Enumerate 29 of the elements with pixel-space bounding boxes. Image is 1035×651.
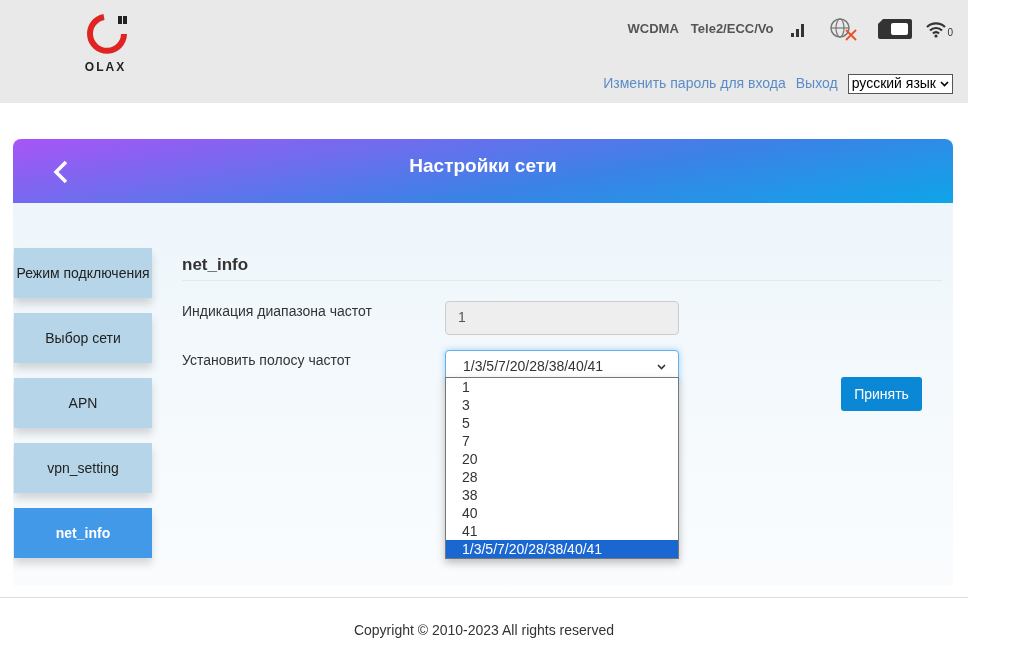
wifi-client-count: 0 bbox=[947, 28, 953, 38]
section-heading: net_info bbox=[182, 248, 942, 281]
operator-name: Tele2/ECC/Vo bbox=[690, 20, 774, 39]
wifi-icon bbox=[925, 20, 948, 38]
field-label: Установить полосу частот bbox=[182, 350, 352, 370]
sidebar-tab[interactable]: Режим подключения bbox=[14, 248, 152, 298]
dropdown-option[interactable]: 41 bbox=[446, 522, 678, 540]
sim-card-icon bbox=[877, 18, 914, 40]
dropdown-option[interactable]: 7 bbox=[446, 432, 678, 450]
logo-text: OLAX bbox=[84, 59, 127, 76]
sidebar-tab[interactable]: APN bbox=[14, 378, 152, 428]
chevron-down-icon bbox=[940, 80, 949, 87]
chevron-down-icon bbox=[657, 363, 666, 370]
sidebar-tab[interactable]: vpn_setting bbox=[14, 443, 152, 493]
dropdown-option[interactable]: 1/3/5/7/20/28/38/40/41 bbox=[446, 540, 678, 558]
field-label: Индикация диапазона частот bbox=[182, 301, 373, 321]
network-type: WCDMA bbox=[627, 20, 679, 39]
language-select[interactable]: русский язык bbox=[847, 73, 953, 94]
dropdown-option[interactable]: 38 bbox=[446, 486, 678, 504]
dropdown-option[interactable]: 28 bbox=[446, 468, 678, 486]
dropdown-option[interactable]: 3 bbox=[446, 396, 678, 414]
dropdown-option[interactable]: 40 bbox=[446, 504, 678, 522]
apply-button[interactable]: Принять bbox=[841, 377, 922, 411]
dropdown-option[interactable]: 5 bbox=[446, 414, 678, 432]
globe-disconnected-icon bbox=[829, 17, 860, 41]
dropdown-option[interactable]: 20 bbox=[446, 450, 678, 468]
copyright-text: Copyright © 2010-2023 All rights reserved bbox=[353, 621, 615, 640]
sidebar-tab[interactable]: Выбор сети bbox=[14, 313, 152, 363]
panel-title: Настройки сети bbox=[409, 154, 557, 178]
